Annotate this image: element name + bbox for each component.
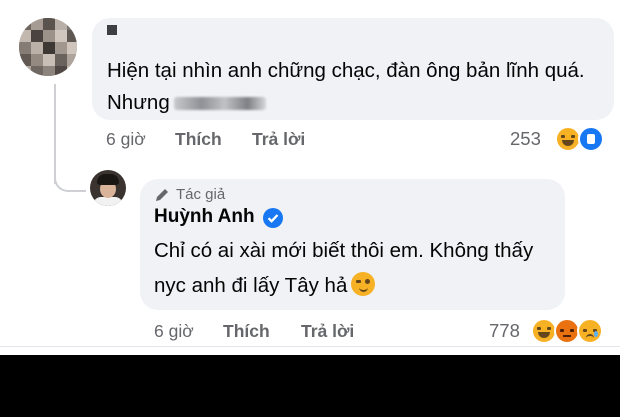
comment-like-button[interactable]: Thích — [175, 129, 222, 150]
redacted-text — [173, 97, 266, 111]
comment-reaction-count[interactable]: 253 — [510, 128, 541, 150]
reply-time[interactable]: 6 giờ — [154, 321, 194, 342]
pen-icon — [156, 189, 168, 201]
commenter-avatar[interactable] — [19, 18, 77, 76]
reply-reply-button[interactable]: Trả lời — [301, 321, 354, 342]
author-name[interactable]: Huỳnh Anh — [154, 206, 255, 228]
reply-text: Chỉ có ai xài mới biết thôi em. Không th… — [154, 239, 534, 297]
author-badge: Tác giả — [176, 186, 226, 203]
thread-connector — [54, 148, 86, 192]
reply-like-button[interactable]: Thích — [223, 321, 270, 342]
comment-text: Hiện tại nhìn anh chững chạc, đàn ông bả… — [107, 59, 585, 114]
like-icon — [578, 126, 604, 152]
author-avatar[interactable] — [90, 170, 126, 206]
comment-time[interactable]: 6 giờ — [106, 129, 146, 150]
redacted-name — [107, 25, 117, 35]
divider — [0, 346, 620, 347]
sad-icon — [577, 318, 603, 344]
verified-badge-icon — [263, 208, 283, 228]
black-bar — [0, 355, 620, 417]
reply-reaction-count[interactable]: 778 — [489, 320, 520, 342]
wink-emoji-icon — [351, 272, 376, 296]
comment-reply-button[interactable]: Trả lời — [252, 129, 305, 150]
